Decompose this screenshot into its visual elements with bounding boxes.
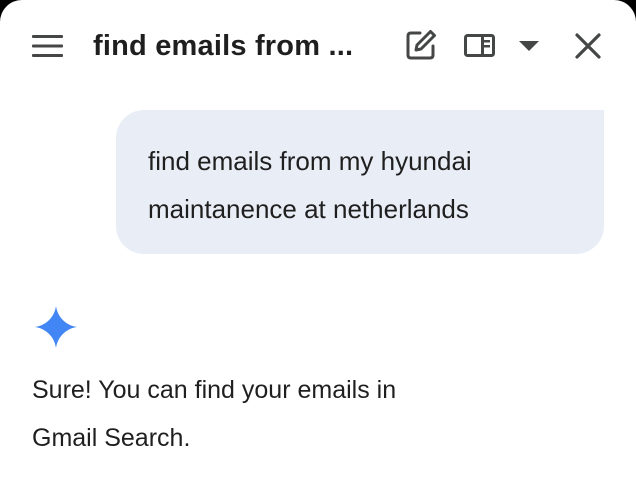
panel-layout-button[interactable] <box>464 26 540 66</box>
assistant-message-line: Sure! You can find your emails in <box>32 376 397 404</box>
user-message-line: find emails from my hyundai <box>148 146 472 176</box>
gemini-sparkle-icon <box>34 305 78 349</box>
menu-button[interactable] <box>26 26 70 66</box>
assistant-message: Sure! You can find your emails in Gmail … <box>32 366 592 462</box>
close-icon <box>575 33 601 59</box>
close-button[interactable] <box>566 24 610 68</box>
edit-icon <box>406 30 436 60</box>
gemini-side-panel: find emails from ... find emails from my… <box>0 0 636 480</box>
panel-header: find emails from ... <box>0 0 636 92</box>
user-message-bubble: find emails from my hyundai maintanence … <box>116 110 604 254</box>
user-message-line: maintanence at netherlands <box>148 194 469 224</box>
side-panel-icon <box>464 34 495 57</box>
assistant-message-line: Gmail Search. <box>32 424 191 452</box>
menu-icon <box>32 35 63 57</box>
conversation-title: find emails from ... <box>93 30 354 62</box>
new-chat-button[interactable] <box>400 24 442 66</box>
caret-down-icon <box>519 41 539 51</box>
